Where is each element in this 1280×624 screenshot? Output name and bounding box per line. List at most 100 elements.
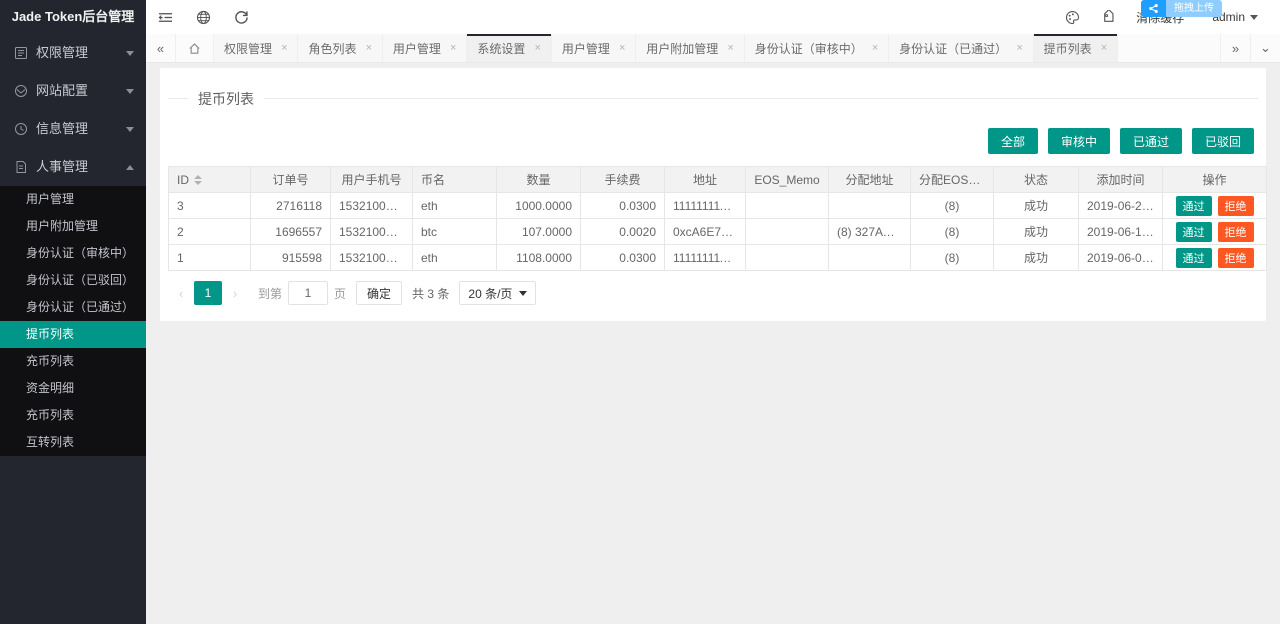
- close-icon[interactable]: [534, 42, 540, 54]
- col-phone: 用户手机号: [331, 167, 413, 193]
- main-area: 清除缓存 admin 拖拽上传 « 权限管理 角色列表 用户管理 系统设置 用户…: [146, 0, 1280, 624]
- sidebar-item-kyc-rejected[interactable]: 身份认证（已驳回）: [0, 267, 146, 294]
- collapse-sidebar-button[interactable]: [146, 0, 184, 34]
- tab-permissions[interactable]: 权限管理: [214, 34, 298, 62]
- reject-button[interactable]: 拒绝: [1218, 196, 1254, 216]
- cell-order-no: 915598: [251, 245, 331, 271]
- tab-system-settings[interactable]: 系统设置: [467, 34, 551, 62]
- sidebar-item-funds-detail[interactable]: 资金明细: [0, 375, 146, 402]
- tab-user-management-2[interactable]: 用户管理: [552, 34, 636, 62]
- close-icon[interactable]: [450, 42, 456, 54]
- page-size-select[interactable]: 20 条/页: [459, 281, 536, 305]
- filter-pending-button[interactable]: 审核中: [1048, 128, 1110, 154]
- cell-alloc-address: [829, 245, 911, 271]
- cell-fee: 0.0300: [581, 193, 665, 219]
- tag-icon: [1101, 10, 1116, 25]
- shrink-icon: [158, 10, 173, 25]
- tab-kyc-pending[interactable]: 身份认证（审核中）: [745, 34, 889, 62]
- drag-upload-label: 拖拽上传: [1166, 0, 1222, 17]
- prev-page-button[interactable]: ‹: [168, 281, 194, 305]
- refresh-icon: [234, 10, 249, 25]
- cell-id: 2: [169, 219, 251, 245]
- confirm-button[interactable]: 确定: [356, 281, 402, 305]
- theme-button[interactable]: [1054, 0, 1090, 34]
- pass-button[interactable]: 通过: [1176, 248, 1212, 268]
- reject-button[interactable]: 拒绝: [1218, 248, 1254, 268]
- sidebar-item-deposit-list[interactable]: 充币列表: [0, 348, 146, 375]
- close-icon[interactable]: [872, 42, 878, 54]
- col-id: ID: [169, 167, 251, 193]
- close-icon[interactable]: [365, 42, 371, 54]
- tag-button[interactable]: [1090, 0, 1126, 34]
- tab-user-extra[interactable]: 用户附加管理: [636, 34, 744, 62]
- close-icon[interactable]: [281, 42, 287, 54]
- sidebar-item-kyc-pending[interactable]: 身份认证（审核中）: [0, 240, 146, 267]
- cell-amount: 107.0000: [497, 219, 581, 245]
- goto-page-input[interactable]: [288, 281, 328, 305]
- cell-phone: 15321005369: [331, 245, 413, 271]
- drag-upload-widget[interactable]: 拖拽上传: [1141, 0, 1222, 17]
- page-unit-label: 页: [334, 285, 346, 302]
- chevron-down-icon: [519, 291, 527, 296]
- cell-phone: 15321005369: [331, 193, 413, 219]
- filter-approved-button[interactable]: 已通过: [1120, 128, 1182, 154]
- tab-role-list[interactable]: 角色列表: [298, 34, 382, 62]
- pass-button[interactable]: 通过: [1176, 222, 1212, 242]
- cell-status: 成功: [994, 219, 1079, 245]
- col-amount: 数量: [497, 167, 581, 193]
- current-page[interactable]: 1: [194, 281, 222, 305]
- globe-icon: [196, 10, 211, 25]
- refresh-button[interactable]: [222, 0, 260, 34]
- tab-user-management[interactable]: 用户管理: [383, 34, 467, 62]
- cell-operation: 通过拒绝: [1163, 219, 1267, 245]
- cell-alloc-eos-memo: (8): [911, 245, 994, 271]
- cell-alloc-address: (8) 327AWw...: [829, 219, 911, 245]
- table-header-row: ID 订单号 用户手机号 币名 数量 手续费 地址 EOS_Memo 分配地址 …: [169, 167, 1267, 193]
- cell-operation: 通过拒绝: [1163, 193, 1267, 219]
- pass-button[interactable]: 通过: [1176, 196, 1212, 216]
- next-page-button[interactable]: ›: [222, 281, 248, 305]
- cell-eos-memo: [746, 245, 829, 271]
- cell-id: 1: [169, 245, 251, 271]
- tabs-scroll-right-button[interactable]: »: [1220, 34, 1250, 62]
- withdraw-list-card: 提币列表 全部 审核中 已通过 已驳回 ID 订单号 用户手机: [160, 68, 1266, 321]
- sidebar-item-permissions[interactable]: 权限管理: [0, 34, 146, 72]
- tab-withdraw-list[interactable]: 提币列表: [1034, 34, 1118, 62]
- close-icon[interactable]: [727, 42, 733, 54]
- tab-home[interactable]: [176, 34, 214, 62]
- sidebar-item-label: 权限管理: [36, 34, 126, 72]
- sidebar-item-user-extra[interactable]: 用户附加管理: [0, 213, 146, 240]
- total-count: 共 3 条: [412, 285, 449, 302]
- filter-all-button[interactable]: 全部: [988, 128, 1038, 154]
- cell-alloc-eos-memo: (8): [911, 219, 994, 245]
- sidebar-item-site-config[interactable]: 网站配置: [0, 72, 146, 110]
- filter-rejected-button[interactable]: 已驳回: [1192, 128, 1254, 154]
- sidebar-item-info[interactable]: 信息管理: [0, 110, 146, 148]
- sidebar-item-transfer-list[interactable]: 互转列表: [0, 429, 146, 456]
- reject-button[interactable]: 拒绝: [1218, 222, 1254, 242]
- status-filters: 全部 审核中 已通过 已驳回: [168, 128, 1254, 154]
- tabs-scroll-left-button[interactable]: «: [146, 34, 176, 62]
- language-button[interactable]: [184, 0, 222, 34]
- chevron-down-icon: [126, 51, 134, 56]
- table-row: 3 2716118 15321005369 eth 1000.0000 0.03…: [169, 193, 1267, 219]
- cell-address: 11111111111...: [665, 193, 746, 219]
- tab-kyc-approved[interactable]: 身份认证（已通过）: [889, 34, 1033, 62]
- sidebar-item-withdraw-list[interactable]: 提币列表: [0, 321, 146, 348]
- sort-icon[interactable]: [194, 175, 202, 185]
- close-icon[interactable]: [1101, 42, 1107, 54]
- cell-operation: 通过拒绝: [1163, 245, 1267, 271]
- close-icon[interactable]: [619, 42, 625, 54]
- sidebar-item-hr[interactable]: 人事管理: [0, 148, 146, 186]
- chevron-up-icon: [126, 165, 134, 170]
- sidebar-item-user-management[interactable]: 用户管理: [0, 186, 146, 213]
- page-title: 提币列表: [188, 88, 264, 110]
- close-icon[interactable]: [1016, 42, 1022, 54]
- sidebar-item-deposit-list-2[interactable]: 充币列表: [0, 402, 146, 429]
- cell-added-time: 2019-06-27 ...: [1079, 193, 1163, 219]
- sidebar-item-kyc-approved[interactable]: 身份认证（已通过）: [0, 294, 146, 321]
- document-icon: [14, 160, 28, 174]
- col-address: 地址: [665, 167, 746, 193]
- cell-alloc-eos-memo: (8): [911, 193, 994, 219]
- tabs-menu-button[interactable]: ⌄: [1250, 34, 1280, 62]
